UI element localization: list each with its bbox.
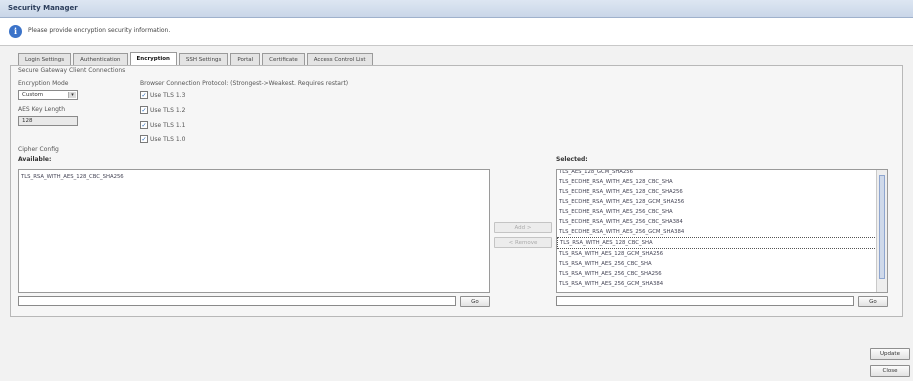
selected-go-button[interactable]: Go [858, 296, 888, 307]
info-icon: i [9, 25, 22, 38]
list-item[interactable]: TLS_RSA_WITH_AES_256_CBC_SHA256 [557, 269, 877, 279]
section-title: Secure Gateway Client Connections [18, 67, 126, 74]
encryption-mode-select[interactable]: Custom ▾ [18, 90, 78, 100]
tls10-label: Use TLS 1.0 [150, 136, 186, 143]
list-item[interactable]: TLS_RSA_WITH_AES_128_GCM_SHA256 [557, 249, 877, 259]
list-item[interactable]: TLS_ECDHE_RSA_WITH_AES_128_GCM_SHA256 [557, 197, 877, 207]
list-item[interactable]: TLS_ECDHE_RSA_WITH_AES_256_CBC_SHA384 [557, 217, 877, 227]
close-button[interactable]: Close [870, 365, 910, 377]
list-item[interactable]: TLS_ECDHE_RSA_WITH_AES_128_CBC_SHA256 [557, 187, 877, 197]
title-bar: Security Manager [0, 0, 913, 18]
list-item[interactable]: TLS_RSA_WITH_AES_256_GCM_SHA384 [557, 279, 877, 289]
tab-strip: Login Settings Authentication Encryption SS… [18, 52, 375, 66]
protocol-title: Browser Connection Protocol: (Strongest-… [140, 80, 349, 87]
selected-cipher-items: TLS_AES_128_GCM_SHA256 TLS_ECDHE_RSA_WITH… [557, 170, 877, 289]
tls12-checkbox[interactable]: ✓ [140, 106, 148, 114]
list-item[interactable]: TLS_RSA_WITH_AES_256_CBC_SHA [557, 259, 877, 269]
vertical-scrollbar[interactable] [876, 170, 887, 292]
list-item[interactable]: TLS_RSA_WITH_AES_128_CBC_SHA [557, 237, 877, 249]
selected-label: Selected: [556, 156, 588, 163]
add-button[interactable]: Add > [494, 222, 552, 233]
selected-cipher-list[interactable]: TLS_AES_128_GCM_SHA256 TLS_ECDHE_RSA_WITH… [556, 169, 888, 293]
tls11-label: Use TLS 1.1 [150, 122, 186, 129]
list-item[interactable]: TLS_ECDHE_RSA_WITH_AES_128_CBC_SHA [557, 177, 877, 187]
tls11-checkbox[interactable]: ✓ [140, 121, 148, 129]
window-title: Security Manager [8, 4, 78, 12]
list-item[interactable]: TLS_AES_128_GCM_SHA256 [557, 170, 877, 177]
encryption-mode-value: Custom [22, 92, 44, 98]
available-go-button[interactable]: Go [460, 296, 490, 307]
list-item[interactable]: TLS_ECDHE_RSA_WITH_AES_256_GCM_SHA384 [557, 227, 877, 237]
tab-encryption[interactable]: Encryption [129, 52, 177, 66]
available-cipher-list[interactable]: TLS_RSA_WITH_AES_128_CBC_SHA256 [18, 169, 490, 293]
encryption-mode-label: Encryption Mode [18, 80, 69, 87]
update-button[interactable]: Update [870, 348, 910, 360]
chevron-down-icon: ▾ [68, 92, 76, 98]
selected-filter-input[interactable] [556, 296, 854, 306]
list-item[interactable]: TLS_RSA_WITH_AES_128_CBC_SHA256 [19, 173, 489, 181]
info-message: Please provide encryption security infor… [28, 27, 171, 34]
info-bar: i Please provide encryption security inf… [0, 18, 913, 46]
tls12-label: Use TLS 1.2 [150, 107, 186, 114]
available-label: Available: [18, 156, 52, 163]
tls13-label: Use TLS 1.3 [150, 92, 186, 99]
tls10-checkbox[interactable]: ✓ [140, 135, 148, 143]
scrollbar-thumb[interactable] [879, 175, 885, 279]
tls13-checkbox[interactable]: ✓ [140, 91, 148, 99]
aes-key-length-label: AES Key Length [18, 106, 66, 113]
available-filter-input[interactable] [18, 296, 456, 306]
cipher-config-title: Cipher Config [18, 146, 59, 153]
list-item[interactable]: TLS_ECDHE_RSA_WITH_AES_256_CBC_SHA [557, 207, 877, 217]
remove-button[interactable]: < Remove [494, 237, 552, 248]
aes-key-length-field: 128 [18, 116, 78, 126]
